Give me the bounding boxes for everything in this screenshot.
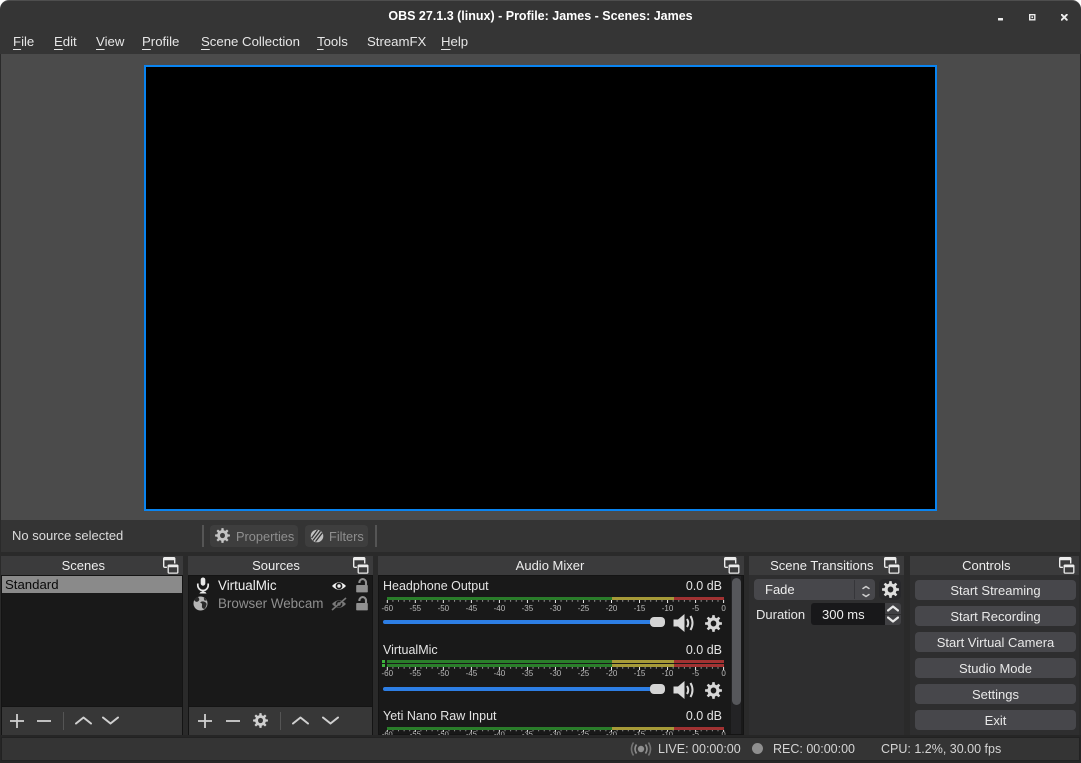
svg-text:-30: -30 xyxy=(550,604,562,613)
svg-text:-55: -55 xyxy=(410,604,422,613)
svg-text:-50: -50 xyxy=(438,604,450,613)
svg-text:0: 0 xyxy=(721,604,726,613)
svg-text:-30: -30 xyxy=(550,669,562,678)
svg-text:-60: -60 xyxy=(382,604,394,613)
svg-text:-5: -5 xyxy=(692,604,700,613)
svg-text:-45: -45 xyxy=(466,669,478,678)
svg-text:-35: -35 xyxy=(522,669,534,678)
svg-text:-55: -55 xyxy=(410,669,422,678)
svg-text:-5: -5 xyxy=(692,669,700,678)
svg-text:-60: -60 xyxy=(382,669,394,678)
svg-text:-40: -40 xyxy=(494,604,506,613)
svg-text:-25: -25 xyxy=(578,604,590,613)
svg-text:-10: -10 xyxy=(662,604,674,613)
svg-text:-20: -20 xyxy=(606,669,618,678)
svg-text:-50: -50 xyxy=(438,669,450,678)
svg-text:-15: -15 xyxy=(634,604,646,613)
svg-text:-40: -40 xyxy=(494,669,506,678)
svg-text:-10: -10 xyxy=(662,669,674,678)
svg-text:-20: -20 xyxy=(606,604,618,613)
svg-text:-25: -25 xyxy=(578,669,590,678)
svg-text:0: 0 xyxy=(721,669,726,678)
svg-text:-35: -35 xyxy=(522,604,534,613)
svg-text:-15: -15 xyxy=(634,669,646,678)
svg-text:-45: -45 xyxy=(466,604,478,613)
